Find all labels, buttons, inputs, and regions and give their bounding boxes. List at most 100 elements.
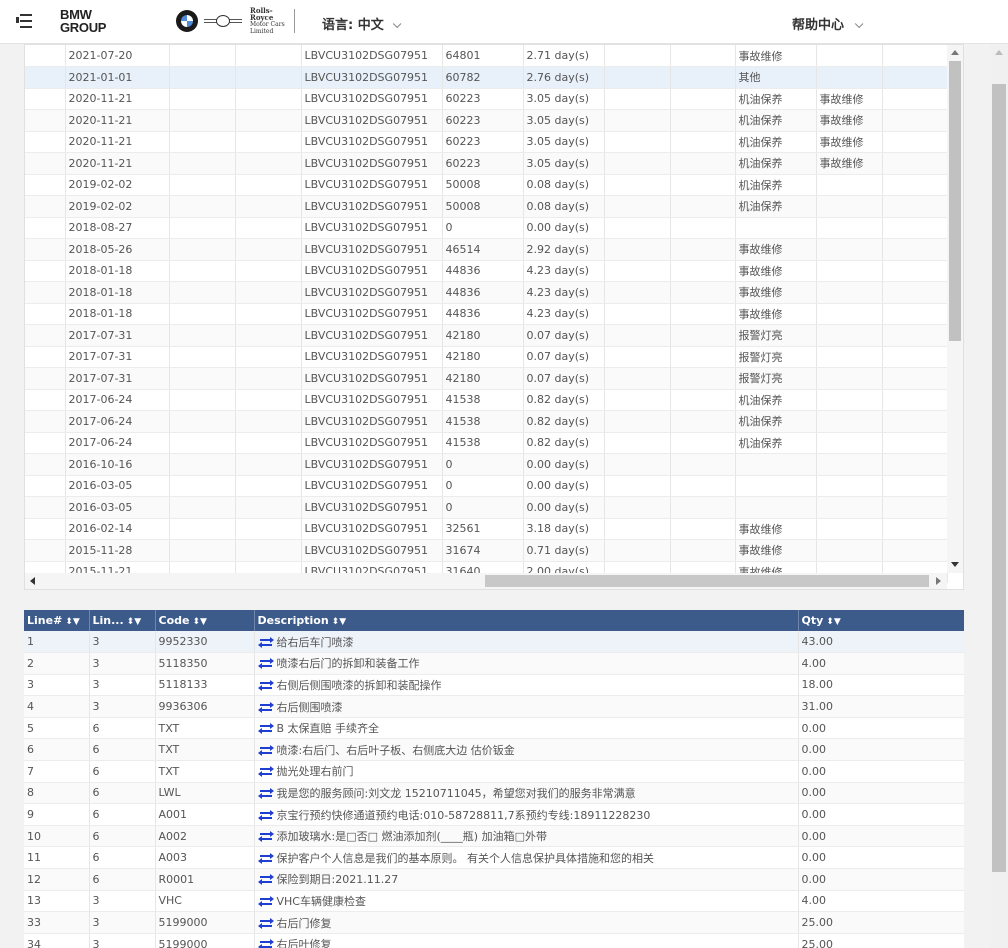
history-row[interactable]: 2017-06-24 LBVCU3102DSG07951 41538 0.82 day… — [25, 389, 948, 411]
sort-filter-icon[interactable]: ⬍▼ — [127, 617, 141, 627]
description-text: 抛光处理右前门 — [276, 765, 354, 779]
history-row[interactable]: 2020-11-21 LBVCU3102DSG07951 60223 3.05 day… — [25, 131, 948, 153]
table-row[interactable]: 7 6 TXT 抛光处理右前门 0.00 — [24, 760, 964, 783]
history-row[interactable]: 2021-01-01 LBVCU3102DSG07951 60782 2.76 day… — [25, 66, 948, 89]
history-row[interactable]: 2017-07-31 LBVCU3102DSG07951 42180 0.07 day… — [25, 346, 948, 368]
mileage-cell: 44836 — [442, 260, 524, 282]
column-header-lin[interactable]: Lin... ⬍▼ — [89, 610, 156, 631]
empty-cell — [235, 303, 302, 325]
repair-type-cell — [816, 303, 883, 325]
table-row[interactable]: 12 6 R0001 保险到期日:2021.11.27 0.00 — [24, 868, 964, 891]
swap-arrows-icon[interactable] — [257, 744, 274, 756]
table-row[interactable]: 4 3 9936306 右后侧围喷漆 31.00 — [24, 695, 964, 718]
column-header-code[interactable]: Code ⬍▼ — [155, 610, 255, 631]
empty-cell — [882, 453, 948, 476]
history-row[interactable]: 2020-11-21 LBVCU3102DSG07951 60223 3.05 day… — [25, 152, 948, 175]
history-row[interactable]: 2017-07-31 LBVCU3102DSG07951 42180 0.07 day… — [25, 367, 948, 390]
column-header-line[interactable]: Line# ⬍▼ — [24, 610, 90, 631]
swap-arrows-icon[interactable] — [257, 723, 274, 735]
history-row[interactable]: 2016-02-14 LBVCU3102DSG07951 32561 3.18 day… — [25, 518, 948, 540]
table-row[interactable]: 10 6 A002 添加玻璃水:是□否□ 燃油添加剂(____瓶) 加油箱□外带 0.0… — [24, 825, 964, 848]
scroll-right-icon[interactable] — [936, 577, 941, 585]
swap-arrows-icon[interactable] — [257, 809, 274, 821]
swap-arrows-icon[interactable] — [257, 679, 274, 691]
swap-arrows-icon[interactable] — [257, 852, 274, 864]
description-cell: 保险到期日:2021.11.27 — [254, 868, 799, 891]
table-row[interactable]: 3 3 5118133 右侧后侧围喷漆的拆卸和装配操作 18.00 — [24, 674, 964, 697]
swap-arrows-icon[interactable] — [257, 831, 274, 843]
swap-arrows-icon[interactable] — [257, 658, 274, 670]
empty-cell — [169, 131, 236, 153]
history-row[interactable]: 2015-11-28 LBVCU3102DSG07951 31674 0.71 day… — [25, 539, 948, 562]
swap-arrows-icon[interactable] — [257, 787, 274, 799]
swap-arrows-icon[interactable] — [257, 895, 274, 907]
scroll-up-icon[interactable] — [951, 50, 959, 55]
language-selector[interactable]: 语言: 中文 — [322, 14, 402, 33]
line-type-cell: 6 — [89, 782, 156, 805]
table-row[interactable]: 2 3 5118350 喷漆右后门的拆卸和装备工作 4.00 — [24, 652, 964, 675]
menu-toggle-icon[interactable] — [16, 14, 32, 28]
history-row[interactable]: 2018-01-18 LBVCU3102DSG07951 44836 4.23 day… — [25, 281, 948, 304]
history-vertical-scrollbar[interactable] — [947, 45, 963, 573]
mileage-cell: 42180 — [442, 346, 524, 368]
table-row[interactable]: 13 3 VHC VHC车辆健康检查 4.00 — [24, 890, 964, 913]
page-scrollbar[interactable] — [990, 44, 1008, 948]
empty-cell — [235, 389, 302, 411]
chevron-down-icon — [854, 19, 864, 29]
sort-filter-icon[interactable]: ⬍▼ — [332, 617, 346, 627]
scroll-thumb[interactable] — [949, 61, 961, 341]
vin-cell: LBVCU3102DSG07951 — [301, 367, 443, 390]
column-header-description[interactable]: Description ⬍▼ — [254, 610, 799, 631]
history-row[interactable]: 2018-01-18 LBVCU3102DSG07951 44836 4.23 day… — [25, 303, 948, 325]
table-row[interactable]: 34 3 5199000 右后叶修复 25.00 — [24, 933, 964, 948]
history-row[interactable]: 2018-01-18 LBVCU3102DSG07951 44836 4.23 day… — [25, 260, 948, 282]
sort-filter-icon[interactable]: ⬍▼ — [192, 617, 206, 627]
history-row[interactable]: 2016-03-05 LBVCU3102DSG07951 0 0.00 day(s) — [25, 496, 948, 519]
history-row[interactable]: 2019-02-02 LBVCU3102DSG07951 50008 0.08 day… — [25, 174, 948, 196]
history-row[interactable]: 2018-08-27 LBVCU3102DSG07951 0 0.00 day(s) — [25, 217, 948, 239]
description-text: 右后叶修复 — [276, 938, 332, 948]
column-header-qty[interactable]: Qty ⬍▼ — [798, 610, 964, 631]
history-row[interactable]: 2016-10-16 LBVCU3102DSG07951 0 0.00 day(s) — [25, 453, 948, 476]
swap-arrows-icon[interactable] — [257, 701, 274, 713]
mileage-cell: 41538 — [442, 432, 524, 454]
empty-cell — [169, 475, 236, 497]
history-horizontal-scrollbar[interactable] — [25, 573, 947, 589]
scroll-left-icon[interactable] — [30, 577, 35, 585]
history-row[interactable]: 2020-11-21 LBVCU3102DSG07951 60223 3.05 day… — [25, 109, 948, 132]
history-row[interactable]: 2016-03-05 LBVCU3102DSG07951 0 0.00 day(s) — [25, 475, 948, 497]
swap-arrows-icon[interactable] — [257, 636, 274, 648]
scroll-thumb[interactable] — [992, 84, 1006, 872]
history-row[interactable]: 2019-02-02 LBVCU3102DSG07951 50008 0.08 day… — [25, 195, 948, 218]
empty-cell — [882, 217, 948, 239]
table-row[interactable]: 8 6 LWL 我是您的服务顾问:刘文龙 15210711045，希望您对我们的服务非… — [24, 782, 964, 805]
sort-filter-icon[interactable]: ⬍▼ — [826, 617, 840, 627]
history-row[interactable]: 2017-07-31 LBVCU3102DSG07951 42180 0.07 day… — [25, 324, 948, 347]
repair-type-cell — [816, 217, 883, 239]
history-row[interactable]: 2020-11-21 LBVCU3102DSG07951 60223 3.05 day… — [25, 88, 948, 110]
scroll-up-icon[interactable] — [995, 50, 1003, 55]
swap-arrows-icon[interactable] — [257, 917, 274, 929]
history-row[interactable]: 2018-05-26 LBVCU3102DSG07951 46514 2.92 day… — [25, 238, 948, 261]
swap-arrows-icon[interactable] — [257, 766, 274, 778]
table-row[interactable]: 6 6 TXT 喷漆:右后门、右后叶子板、右侧底大边 估价钣金 0.00 — [24, 738, 964, 762]
help-center-menu[interactable]: 帮助中心 — [792, 14, 864, 33]
empty-cell — [882, 432, 948, 454]
history-row[interactable]: 2017-06-24 LBVCU3102DSG07951 41538 0.82 day… — [25, 410, 948, 433]
user-menu[interactable] — [900, 14, 990, 28]
table-row[interactable]: 1 3 9952330 给右后车门喷漆 43.00 — [24, 631, 964, 654]
empty-cell — [882, 518, 948, 540]
table-row[interactable]: 5 6 TXT B 太保直赔 手续齐全 0.00 — [24, 717, 964, 740]
swap-arrows-icon[interactable] — [257, 939, 274, 948]
history-row[interactable]: 2017-06-24 LBVCU3102DSG07951 41538 0.82 day… — [25, 432, 948, 454]
scroll-thumb[interactable] — [485, 575, 929, 587]
sort-filter-icon[interactable]: ⬍▼ — [65, 617, 79, 627]
table-row[interactable]: 9 6 A001 京宝行预约快修通道预约电话:010-58728811,7系预约专线:… — [24, 803, 964, 826]
table-row[interactable]: 11 6 A003 保护客户个人信息是我们的基本原则。 有关个人信息保护具体措施和您的… — [24, 846, 964, 870]
empty-cell — [235, 367, 302, 390]
duration-cell: 3.18 day(s) — [523, 518, 605, 540]
table-row[interactable]: 33 3 5199000 右后门修复 25.00 — [24, 911, 964, 934]
scroll-down-icon[interactable] — [951, 562, 959, 567]
history-row[interactable]: 2021-07-20 LBVCU3102DSG07951 64801 2.71 day… — [25, 45, 948, 67]
swap-arrows-icon[interactable] — [257, 874, 274, 886]
